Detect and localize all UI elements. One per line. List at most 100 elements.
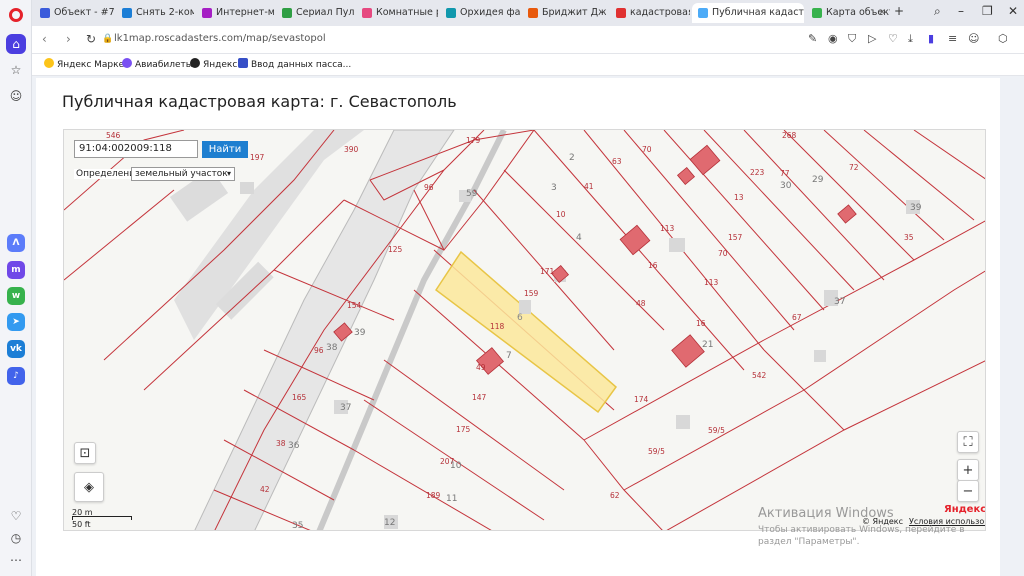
- home-icon[interactable]: ⌂: [6, 34, 26, 54]
- map-canvas[interactable]: 546 197 390 179 2 63 70 268 72 96 59 3 4…: [64, 130, 986, 531]
- opera-logo-icon[interactable]: [9, 8, 23, 22]
- aria-icon[interactable]: ☺: [6, 86, 26, 106]
- parcel-label: 42: [260, 485, 270, 494]
- favorites-icon[interactable]: ♡: [6, 506, 26, 526]
- app-icon-1[interactable]: Λ: [7, 234, 25, 252]
- history-icon[interactable]: ◷: [6, 528, 26, 548]
- bookmark-item[interactable]: Яндекс: [190, 58, 237, 70]
- parcel-label: 154: [347, 301, 362, 310]
- parcel-label: 72: [849, 163, 859, 172]
- tab-favicon-icon: [446, 8, 456, 18]
- tab[interactable]: Комнатные рас: [356, 3, 438, 23]
- minimize-icon[interactable]: –: [958, 4, 964, 18]
- send-icon[interactable]: ▷: [868, 32, 876, 45]
- profile-icon[interactable]: ☺: [968, 32, 979, 45]
- reload-icon[interactable]: ↻: [86, 32, 96, 46]
- fullscreen-icon[interactable]: ⛶: [957, 431, 979, 453]
- more-icon[interactable]: ⋯: [6, 550, 26, 570]
- flights-icon: [122, 58, 132, 68]
- parcel-label: 125: [388, 245, 403, 254]
- restore-icon[interactable]: ❐: [982, 4, 993, 18]
- windows-activation-text: Чтобы активировать Windows, перейдите в …: [758, 525, 965, 547]
- parcel-label: 7: [506, 351, 512, 361]
- scale-label-ft: 50 ft: [72, 520, 91, 529]
- tab-favicon-icon: [362, 8, 372, 18]
- browser-sidebar: ⌂ ☆ ☺ Λ m w ➤ vk ♪ ♡ ◷ ⋯: [0, 0, 32, 576]
- zoom-in-button[interactable]: +: [957, 459, 979, 481]
- parcel-label: 390: [344, 145, 359, 154]
- tab-favicon-icon: [812, 8, 822, 18]
- parcel-label: 542: [752, 371, 767, 380]
- bookmark-item[interactable]: Яндекс Маркет: [44, 58, 129, 70]
- yandex-icon: [190, 58, 200, 68]
- zoom-out-button[interactable]: −: [957, 480, 979, 502]
- layers-icon[interactable]: ◈: [74, 472, 104, 502]
- tab[interactable]: Карта объектов✕: [806, 3, 890, 23]
- battery-icon[interactable]: ▮: [928, 32, 934, 45]
- tab-label: Снять 2-комнат: [136, 7, 194, 18]
- tab-bar: Объект - #7509 Снять 2-комнат Интернет-м…: [32, 0, 1024, 26]
- tab-active[interactable]: Публичная кадастровая: [692, 3, 804, 23]
- parcel-label: 38: [326, 343, 338, 353]
- pinboard-icon[interactable]: ☆: [6, 60, 26, 80]
- bookmark-label: Яндекс: [203, 60, 238, 70]
- parcel-label: 59/5: [648, 447, 665, 456]
- download-icon[interactable]: ⤓: [908, 32, 913, 46]
- tab[interactable]: кадастровая ка: [610, 3, 690, 23]
- tab-label: Сериал Пуля (1: [296, 7, 354, 18]
- parcel-label: 35: [904, 233, 914, 242]
- parcel-label: 197: [250, 153, 265, 162]
- search-tabs-icon[interactable]: ⌕: [934, 4, 941, 19]
- definition-value: земельный участок: [135, 169, 228, 179]
- forward-icon[interactable]: ›: [66, 32, 71, 46]
- parcel-label: 159: [524, 289, 539, 298]
- parcel-label: 39: [354, 328, 366, 338]
- bookmark-item[interactable]: Ввод данных пасса...: [238, 58, 351, 70]
- tab-favicon-icon: [698, 8, 708, 18]
- telegram-icon[interactable]: ➤: [7, 313, 25, 331]
- tab[interactable]: Объект - #7509: [34, 3, 114, 23]
- camera-icon[interactable]: ◉: [828, 32, 838, 45]
- tab[interactable]: Сериал Пуля (1: [276, 3, 354, 23]
- parcel-label: 30: [780, 181, 792, 191]
- heart-icon[interactable]: ♡: [888, 32, 898, 45]
- music-icon[interactable]: ♪: [7, 367, 25, 385]
- tab[interactable]: Орхидея фален: [440, 3, 520, 23]
- cadastral-map[interactable]: 546 197 390 179 2 63 70 268 72 96 59 3 4…: [63, 129, 986, 531]
- menu-icon[interactable]: ≡: [948, 32, 957, 45]
- ruler-icon[interactable]: ⊡: [74, 442, 96, 464]
- close-window-icon[interactable]: ✕: [1008, 4, 1018, 18]
- extensions-icon[interactable]: ⬡: [998, 32, 1008, 45]
- parcel-label: 96: [424, 183, 434, 192]
- cadastral-search-input[interactable]: 91:04:002009:118: [74, 140, 198, 158]
- close-tab-icon[interactable]: ✕: [878, 3, 886, 23]
- parcel-label: 62: [610, 491, 620, 500]
- bookmarks-bar: Яндекс Маркет Авиабилеты Яндекс Ввод дан…: [32, 54, 1024, 76]
- tab[interactable]: Интернет-магаз: [196, 3, 274, 23]
- definition-select[interactable]: земельный участок ▾: [131, 167, 235, 181]
- parcel-label: 546: [106, 131, 121, 140]
- parcel-label: 16: [648, 261, 658, 270]
- vk-icon[interactable]: vk: [7, 340, 25, 358]
- parcel-label: 6: [517, 313, 523, 323]
- parcel-label: 118: [490, 322, 505, 331]
- tab-label: Публичная кадастровая: [712, 7, 804, 18]
- yandex-logo: Яндекс: [944, 504, 986, 515]
- messenger-icon[interactable]: m: [7, 261, 25, 279]
- edit-icon[interactable]: ✎: [808, 32, 817, 45]
- shield-icon[interactable]: ⛉: [848, 32, 856, 46]
- tab[interactable]: Снять 2-комнат: [116, 3, 194, 23]
- url-input[interactable]: lk1map.roscadasters.com/map/sevastopol: [114, 33, 326, 44]
- bookmark-item[interactable]: Авиабилеты: [122, 58, 193, 70]
- tab[interactable]: Бриджит Джонс: [522, 3, 606, 23]
- parcel-label: 2: [569, 153, 575, 163]
- parcel-label: 223: [750, 168, 765, 177]
- back-icon[interactable]: ‹: [42, 32, 47, 46]
- find-button[interactable]: Найти: [202, 141, 248, 158]
- new-tab-icon[interactable]: +: [894, 4, 904, 18]
- parcel-label: 16: [696, 319, 706, 328]
- whatsapp-icon[interactable]: w: [7, 287, 25, 305]
- form-icon: [238, 58, 248, 68]
- parcel-label: 157: [728, 233, 743, 242]
- parcel-label: 59/5: [708, 426, 725, 435]
